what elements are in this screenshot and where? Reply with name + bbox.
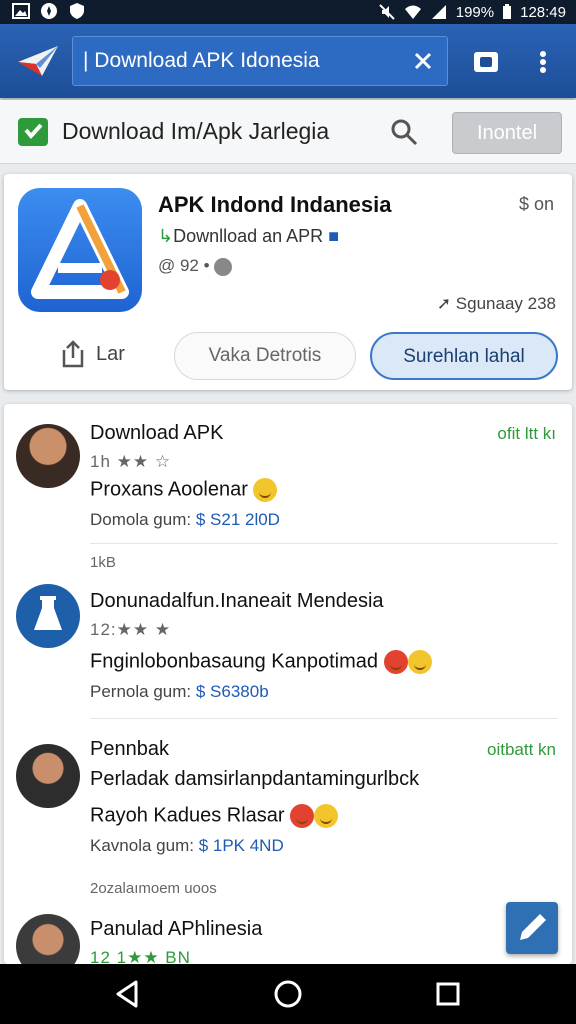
item-rating: 1h ★★ ☆ — [90, 452, 172, 471]
app-badge: $ on — [518, 194, 554, 214]
wifi-icon — [404, 5, 421, 19]
emoji-icon — [383, 650, 408, 674]
divider — [90, 543, 558, 544]
dot-icon: • — [203, 256, 210, 275]
section-label: 1kB — [90, 554, 116, 571]
item-description: Fnginlobonbasaung Kanpotimad — [90, 650, 432, 674]
emoji-icon — [214, 257, 233, 276]
url-field[interactable]: | Download APK Idonesia — [72, 36, 448, 86]
avatar — [16, 584, 80, 648]
image-notification-icon — [12, 3, 30, 19]
list-item[interactable]: Panulad APhlinesia 12 1★★ BN — [4, 910, 572, 964]
smile-emoji-icon — [407, 650, 432, 674]
recents-icon[interactable] — [432, 978, 464, 1010]
app-developer[interactable]: ↳Downlload an APR ■ — [158, 226, 339, 247]
item-rating: 12:★★ ★ — [90, 620, 172, 639]
browser-toolbar: | Download APK Idonesia — [0, 24, 576, 98]
robot-icon: ■ — [328, 226, 340, 246]
system-nav-bar — [0, 964, 576, 1024]
battery-icon — [503, 4, 512, 19]
item-rating: 12 1★★ BN — [90, 948, 191, 964]
app-card: APK Indond Indanesia ↳Downlload an APR ■… — [4, 174, 572, 390]
item-description: Proxans Aoolenar — [90, 478, 278, 502]
item-description-2: Rayoh Kadues Rlasar — [90, 804, 339, 828]
avatar — [16, 744, 80, 808]
item-footer: Pernola gum: $ S6380b — [90, 682, 269, 701]
item-footer: Kavnola gum: $ 1PK 4ND — [90, 836, 284, 855]
back-icon[interactable] — [112, 978, 144, 1010]
app-title: APK Indond Indanesia — [158, 192, 392, 217]
details-button[interactable]: Vaka Detrotis — [174, 332, 356, 380]
divider — [90, 718, 558, 719]
share-button[interactable]: Lar — [60, 340, 125, 368]
item-title: Download APK — [90, 422, 224, 444]
edit-button[interactable] — [506, 902, 558, 954]
more-vertical-icon — [540, 51, 546, 73]
url-text: | Download APK Idonesia — [83, 49, 320, 72]
tabs-icon — [474, 52, 498, 72]
flask-icon — [34, 596, 62, 630]
search-row: Download Im/Apk Jarlegia Inontel — [0, 100, 576, 164]
item-title: Donunadalfun.Inaneait Mendesia — [90, 590, 384, 612]
install-button[interactable]: Inontel — [452, 112, 562, 154]
overflow-menu-button[interactable] — [527, 46, 559, 78]
item-tag: oitbatt kn — [487, 740, 556, 759]
item-description: Perladak damsirlanpdantamingurlbck — [90, 768, 420, 790]
list-item[interactable]: Pennbak oitbatt kn Perladak damsirlanpda… — [4, 732, 572, 862]
dollar-icon: $ — [518, 194, 529, 214]
item-footer: Domola gum: $ S21 2l0D — [90, 510, 280, 529]
related-list: Download APK ofit ltt kı 1h ★★ ☆ Proxans… — [4, 404, 572, 964]
search-icon[interactable] — [390, 118, 418, 146]
app-icon — [18, 188, 142, 312]
smile-emoji-icon — [314, 804, 339, 828]
shield-notification-icon — [70, 3, 84, 19]
pencil-icon — [520, 914, 546, 940]
store-logo-icon — [18, 118, 48, 146]
battery-percent: 199% — [455, 3, 495, 21]
app-logo-icon — [31, 199, 129, 299]
mute-icon — [379, 4, 395, 20]
brand-logo-icon[interactable] — [16, 42, 60, 80]
search-query[interactable]: Download Im/Apk Jarlegia — [62, 118, 329, 145]
tabs-button[interactable] — [470, 46, 502, 78]
share-label: Lar — [96, 342, 125, 365]
avatar — [16, 914, 80, 964]
item-tag: ofit ltt kı — [497, 424, 556, 443]
heart-emoji-icon — [290, 804, 315, 828]
avatar — [16, 424, 80, 488]
smile-emoji-icon — [253, 478, 278, 502]
compass-notification-icon — [41, 3, 57, 19]
trend-arrow-icon: ➚ — [436, 294, 452, 313]
app-meta: @ 92 • — [158, 256, 233, 276]
item-title: Panulad APhlinesia — [90, 918, 263, 940]
download-arrow-icon: ↳ — [158, 226, 174, 246]
clock: 128:49 — [520, 3, 566, 21]
home-icon[interactable] — [272, 978, 304, 1010]
list-item[interactable]: Download APK ofit ltt kı 1h ★★ ☆ Proxans… — [4, 420, 572, 540]
app-date: ➚ Sgunaay 238 — [436, 294, 556, 313]
download-button[interactable]: Surehlan lahal — [370, 332, 558, 380]
status-bar: 199% 128:49 — [0, 0, 576, 24]
list-item[interactable]: Donunadalfun.Inaneait Mendesia 12:★★ ★ F… — [4, 582, 572, 712]
section-label: 2ozalaımoem uoos — [90, 880, 217, 897]
share-icon — [62, 340, 84, 368]
signal-icon — [431, 5, 446, 19]
item-title: Pennbak — [90, 738, 169, 760]
clear-url-icon[interactable] — [411, 49, 435, 73]
